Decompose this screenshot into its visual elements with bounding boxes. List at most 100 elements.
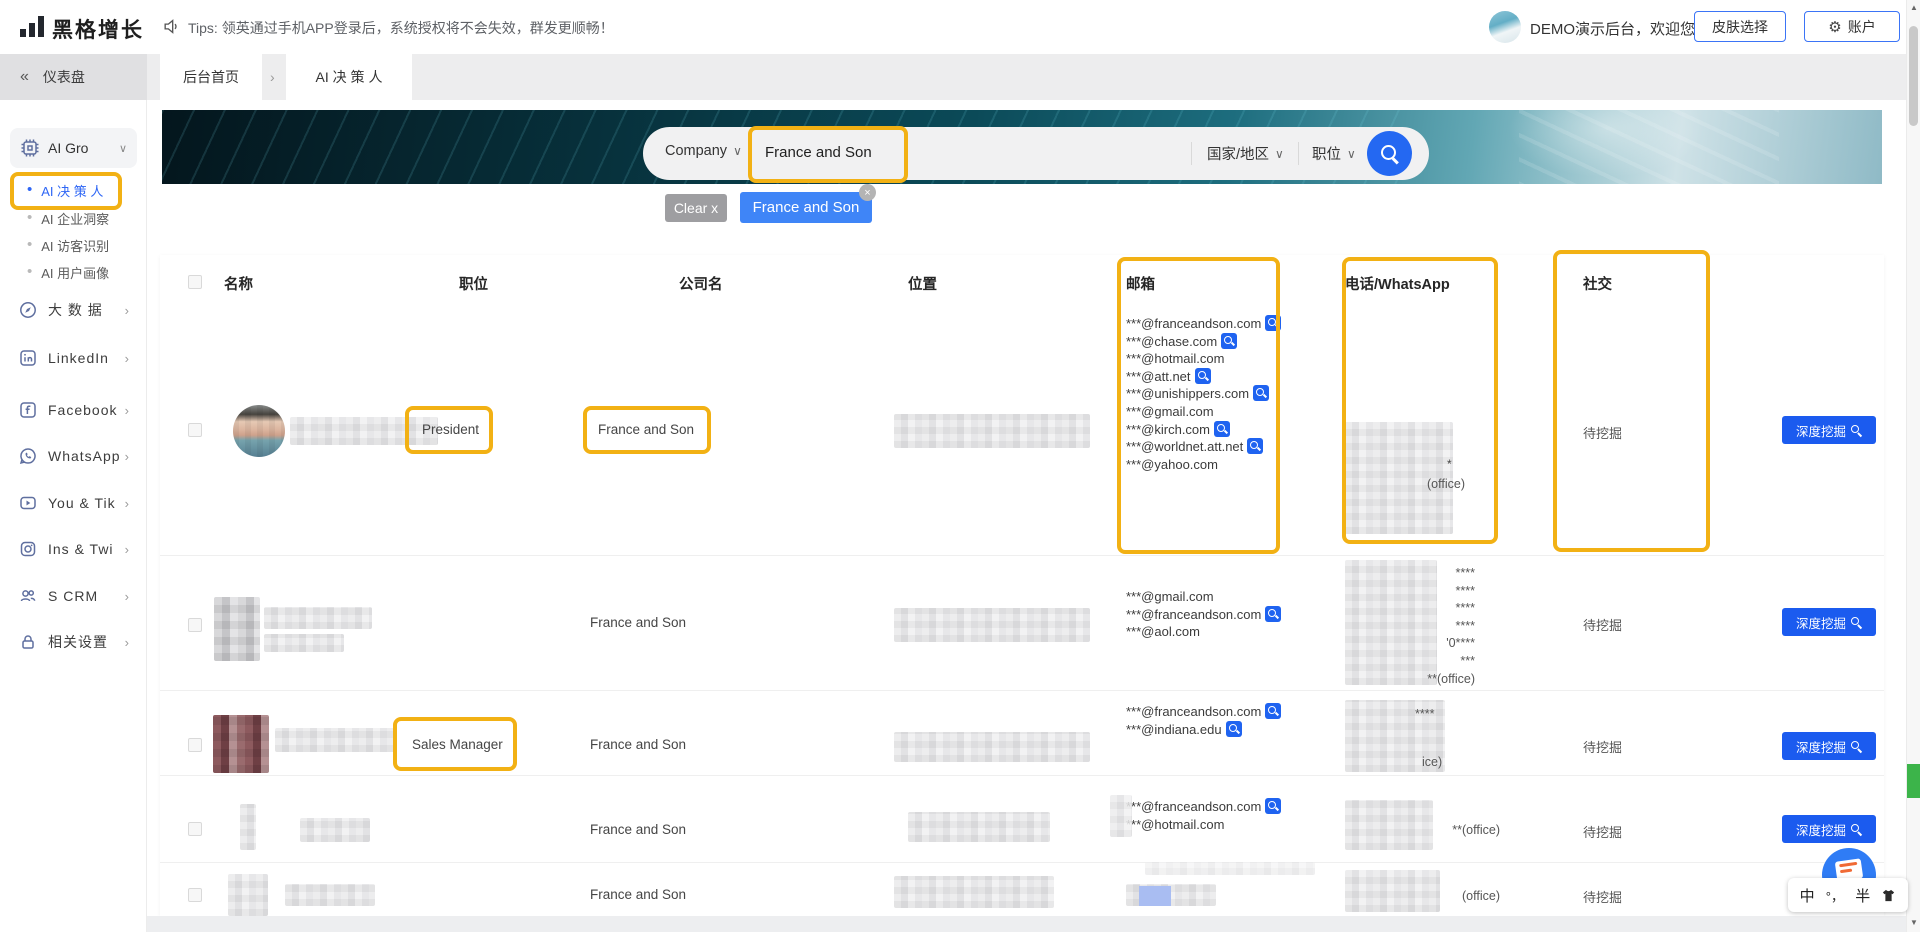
clear-filters-button[interactable]: Clear x (665, 194, 727, 222)
email-address: ***@gmail.com (1126, 589, 1214, 604)
email-address: ***@unishippers.com (1126, 386, 1249, 401)
redacted-avatar (228, 874, 268, 916)
redacted-location (894, 876, 1054, 908)
social-status: 待挖掘 (1583, 822, 1622, 841)
redacted-location (894, 732, 1090, 762)
col-header-company: 公司名 (679, 273, 723, 294)
row-checkbox[interactable] (188, 738, 202, 752)
ime-width-indicator[interactable]: 半 (1855, 885, 1870, 906)
ime-mode-indicator[interactable]: 中 (1800, 885, 1815, 906)
redacted-name (285, 884, 375, 906)
sidebar-item-ai-company-insight[interactable]: • AI 企业洞察 (0, 205, 147, 231)
sidebar-item-ai-decision-maker[interactable]: • AI 决 策 人 (0, 177, 147, 203)
sidebar-item-settings[interactable]: 相关设置 › (0, 627, 147, 657)
redacted-name (300, 818, 370, 842)
bullet-icon: • (27, 240, 32, 250)
redacted-name (264, 607, 372, 629)
breadcrumb-separator: › (270, 54, 275, 100)
row-checkbox[interactable] (188, 888, 202, 902)
phone-note: (office) (1427, 477, 1465, 491)
sidebar-item-label: 相关设置 (48, 632, 108, 652)
deep-mine-button[interactable]: 深度挖掘 (1782, 732, 1876, 760)
scroll-up-icon[interactable]: ▲ (1908, 3, 1920, 12)
sidebar-item-whatsapp[interactable]: WhatsApp › (0, 441, 147, 471)
col-header-position: 职位 (459, 273, 488, 294)
col-header-email: 邮箱 (1126, 273, 1155, 294)
redacted-name (264, 634, 344, 652)
sidebar-item-ins-twi[interactable]: Ins & Twi › (0, 534, 147, 564)
scrollbar-thumb[interactable] (1909, 26, 1918, 126)
sidebar-group-ai-gro[interactable]: AI Gro ∨ (10, 128, 137, 168)
redacted-name (275, 728, 395, 752)
chevron-right-icon: › (125, 449, 129, 464)
sidebar-item-ai-user-profile[interactable]: • AI 用户画像 (0, 259, 147, 285)
tab-ai-decision-maker[interactable]: AI 决 策 人 (286, 54, 412, 100)
country-dropdown[interactable]: 国家/地区 ∨ (1207, 143, 1284, 164)
sidebar-item-facebook[interactable]: Facebook › (0, 395, 147, 425)
account-button[interactable]: ⚙ 账户 (1804, 11, 1900, 42)
search-type-label: Company (665, 143, 727, 159)
search-input[interactable]: France and Son (765, 144, 872, 161)
deep-mine-button[interactable]: 深度挖掘 (1782, 815, 1876, 843)
select-all-checkbox[interactable] (188, 275, 202, 289)
email-search-icon[interactable] (1195, 368, 1211, 384)
skin-select-button[interactable]: 皮肤选择 (1694, 11, 1786, 42)
search-type-dropdown[interactable]: Company ∨ (665, 143, 742, 159)
position-cell: President (422, 422, 479, 437)
col-header-location: 位置 (908, 273, 937, 294)
chevron-right-icon: › (125, 351, 129, 366)
filter-tag-close-icon[interactable]: × (859, 184, 876, 201)
deep-mine-label: 深度挖掘 (1796, 613, 1846, 632)
email-address: ***@yahoo.com (1126, 457, 1218, 472)
company-cell: France and Son (590, 887, 686, 902)
row-checkbox[interactable] (188, 822, 202, 836)
row-divider (160, 555, 1884, 556)
email-search-icon[interactable] (1265, 315, 1281, 331)
sidebar-item-ai-visitor-id[interactable]: • AI 访客识别 (0, 232, 147, 258)
ime-punctuation-indicator[interactable]: °， (1826, 886, 1844, 905)
email-search-icon[interactable] (1221, 333, 1237, 349)
sidebar-item-label: LinkedIn (48, 350, 109, 366)
email-search-icon[interactable] (1253, 385, 1269, 401)
chevron-down-icon: ∨ (1275, 147, 1284, 161)
cpu-chip-icon (20, 138, 40, 158)
email-search-icon[interactable] (1265, 606, 1281, 622)
facebook-icon (18, 400, 38, 420)
row-checkbox[interactable] (188, 423, 202, 437)
ime-toolbar[interactable]: 中 °， 半 (1788, 878, 1908, 912)
email-address: ***@franceandson.com (1126, 799, 1261, 814)
social-status: 待挖掘 (1583, 737, 1622, 756)
email-list: ***@franceandson.com ***@chase.com ***@h… (1126, 315, 1284, 473)
email-search-icon[interactable] (1265, 703, 1281, 719)
sidebar-item-s-crm[interactable]: S CRM › (0, 581, 147, 611)
redacted-avatar (214, 597, 260, 661)
sidebar-item-big-data[interactable]: 大 数 据 › (0, 295, 147, 325)
social-status: 待挖掘 (1583, 615, 1622, 634)
tab-home[interactable]: 后台首页 (160, 54, 262, 100)
email-search-icon[interactable] (1226, 721, 1242, 737)
collapse-icon[interactable]: « (20, 68, 29, 86)
sidebar-item-you-tik[interactable]: You & Tik › (0, 488, 147, 518)
deep-mine-button[interactable]: 深度挖掘 (1782, 608, 1876, 636)
position-dropdown[interactable]: 职位 ∨ (1312, 143, 1356, 164)
scroll-down-icon[interactable]: ▼ (1908, 918, 1920, 927)
search-button[interactable] (1367, 131, 1412, 176)
deep-mine-label: 深度挖掘 (1796, 820, 1846, 839)
chevron-down-icon: ∨ (1347, 147, 1356, 161)
bullet-icon: • (27, 185, 32, 195)
user-avatar[interactable] (1489, 11, 1521, 43)
deep-mine-button[interactable]: 深度挖掘 (1782, 416, 1876, 444)
col-header-name: 名称 (224, 273, 253, 294)
email-search-icon[interactable] (1247, 438, 1263, 454)
email-search-icon[interactable] (1265, 798, 1281, 814)
sidebar-header[interactable]: « 仪表盘 (0, 54, 147, 100)
sidebar-item-linkedin[interactable]: LinkedIn › (0, 343, 147, 373)
filter-tag[interactable]: France and Son (740, 192, 872, 223)
row-checkbox[interactable] (188, 618, 202, 632)
ime-skin-icon[interactable] (1881, 888, 1896, 903)
email-search-icon[interactable] (1214, 421, 1230, 437)
email-address: ***@franceandson.com (1126, 607, 1261, 622)
company-cell: France and Son (590, 615, 686, 630)
vertical-scrollbar[interactable]: ▲ ▼ (1906, 0, 1920, 932)
search-icon (1380, 144, 1400, 164)
